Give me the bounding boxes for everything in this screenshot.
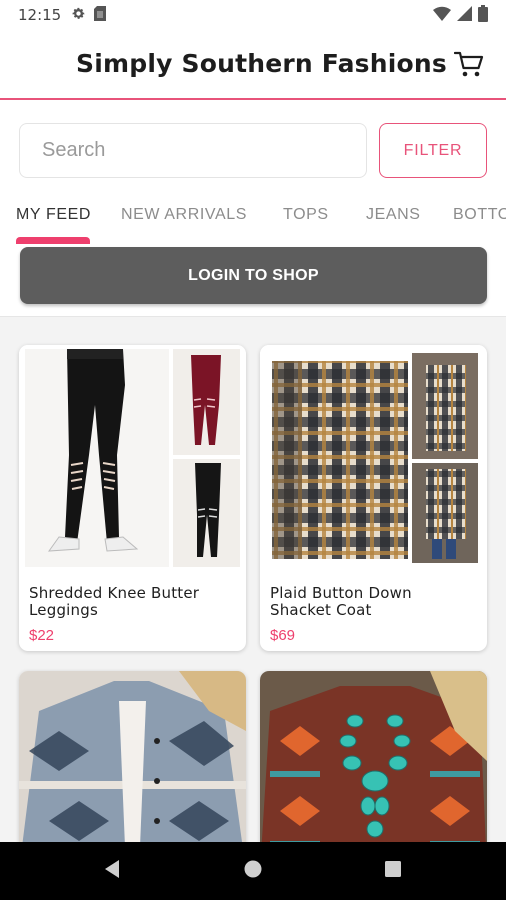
- home-button[interactable]: [238, 856, 268, 886]
- tab-tops[interactable]: TOPS: [283, 206, 329, 224]
- wifi-icon: [433, 6, 451, 25]
- back-icon: [103, 859, 121, 884]
- search-input[interactable]: [19, 123, 367, 178]
- app-title: Simply Southern Fashions: [76, 49, 447, 78]
- cart-button[interactable]: [453, 50, 485, 82]
- home-icon: [243, 859, 263, 884]
- product-price: $22: [29, 627, 55, 644]
- system-nav-bar: [0, 842, 506, 900]
- filter-button[interactable]: FILTER: [379, 123, 487, 178]
- settings-icon: [71, 6, 86, 25]
- product-card[interactable]: [19, 671, 246, 842]
- signal-icon: [457, 5, 472, 25]
- product-card[interactable]: Shredded Knee Butter Leggings $22: [19, 345, 246, 651]
- tab-my-feed[interactable]: MY FEED: [16, 206, 91, 224]
- product-name: Plaid Button Down Shacket Coat: [270, 584, 412, 619]
- product-name: Shredded Knee Butter Leggings: [29, 584, 200, 619]
- product-image: [19, 671, 246, 842]
- status-time: 12:15: [18, 6, 62, 24]
- category-tabs: MY FEED NEW ARRIVALS TOPS JEANS BOTTO: [0, 196, 506, 244]
- product-price: $69: [270, 627, 296, 644]
- tab-new-arrivals[interactable]: NEW ARRIVALS: [121, 206, 247, 224]
- product-image: [260, 671, 487, 842]
- active-tab-indicator: [16, 237, 90, 244]
- recents-button[interactable]: [378, 856, 408, 886]
- back-button[interactable]: [97, 856, 127, 886]
- product-card[interactable]: Plaid Button Down Shacket Coat $69: [260, 345, 487, 651]
- login-to-shop-button[interactable]: LOGIN TO SHOP: [20, 247, 487, 304]
- tab-bottoms[interactable]: BOTTO: [453, 206, 506, 224]
- product-image: [19, 345, 246, 571]
- cart-icon: [453, 50, 484, 83]
- tab-jeans[interactable]: JEANS: [366, 206, 421, 224]
- app-header: Simply Southern Fashions: [0, 30, 506, 100]
- sim-card-icon: [94, 5, 107, 25]
- recents-icon: [384, 860, 402, 883]
- product-card[interactable]: [260, 671, 487, 842]
- product-feed[interactable]: Shredded Knee Butter Leggings $22 Plaid …: [0, 316, 506, 842]
- status-bar: 12:15: [0, 0, 506, 30]
- product-image: [260, 345, 487, 571]
- battery-icon: [478, 4, 488, 26]
